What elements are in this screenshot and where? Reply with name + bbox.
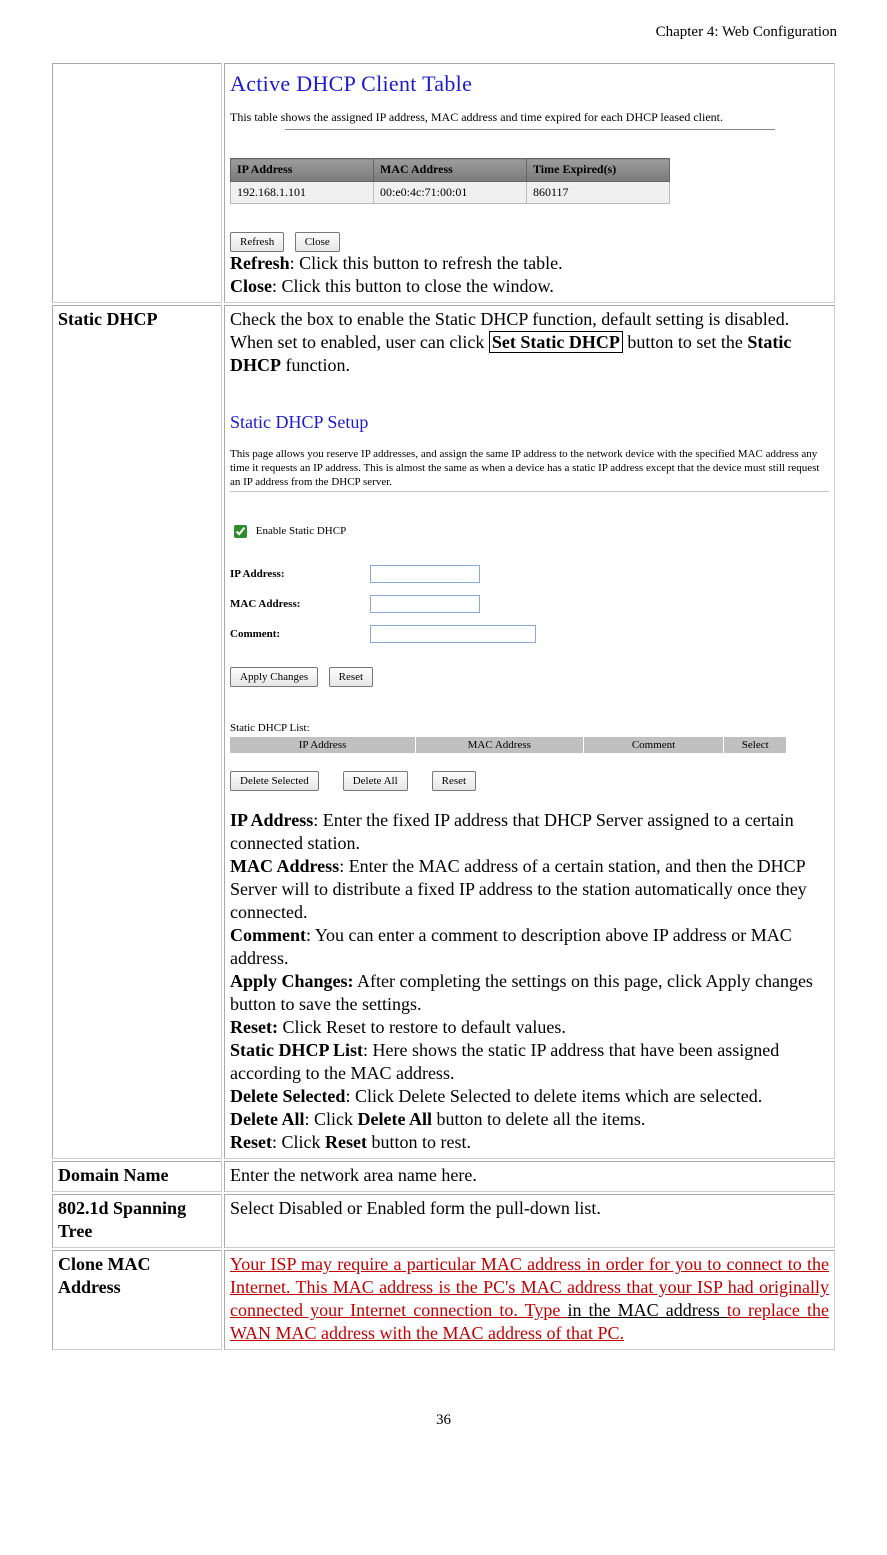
content-cell-clone: Your ISP may require a particular MAC ad… (224, 1250, 835, 1350)
clone-mac-text: Your ISP may require a particular MAC ad… (230, 1253, 829, 1345)
delete-all-button[interactable]: Delete All (343, 771, 408, 791)
active-dhcp-title: Active DHCP Client Table (230, 70, 829, 98)
label-cell-spanning: 802.1d Spanning Tree (52, 1194, 222, 1248)
static-intro: Check the box to enable the Static DHCP … (230, 309, 791, 375)
apply-changes-button[interactable]: Apply Changes (230, 667, 318, 687)
mac-input[interactable] (370, 595, 480, 613)
td-ip: 192.168.1.101 (231, 181, 374, 203)
table-row: Static DHCP Check the box to enable the … (52, 305, 835, 1159)
enable-static-dhcp-row: Enable Static DHCP (230, 522, 829, 541)
ip-input[interactable] (370, 565, 480, 583)
delete-selected-button[interactable]: Delete Selected (230, 771, 319, 791)
content-cell-active: Active DHCP Client Table This table show… (224, 63, 835, 303)
static-dhcp-screenshot: Static DHCP Setup This page allows you r… (230, 411, 829, 791)
active-dhcp-description: This table shows the assigned IP address… (230, 110, 829, 125)
refresh-description: Refresh: Click this button to refresh th… (230, 252, 829, 275)
config-table: Active DHCP Client Table This table show… (50, 61, 837, 1352)
comment-input[interactable] (370, 625, 536, 643)
close-button[interactable]: Close (295, 232, 340, 252)
button-row: Apply Changes Reset (230, 663, 829, 687)
td-time: 860117 (527, 181, 670, 203)
ip-field-row: IP Address: (230, 565, 829, 583)
table-row: Clone MAC Address Your ISP may require a… (52, 1250, 835, 1350)
enable-label: Enable Static DHCP (256, 525, 346, 537)
active-dhcp-screenshot: Active DHCP Client Table This table show… (230, 70, 829, 252)
comment-label: Comment: (230, 627, 370, 641)
chapter-header: Chapter 4: Web Configuration (50, 24, 837, 41)
content-cell-static-dhcp: Check the box to enable the Static DHCP … (224, 305, 835, 1159)
th-mac: MAC Address (374, 159, 527, 181)
table-row: 802.1d Spanning Tree Select Disabled or … (52, 1194, 835, 1248)
static-dhcp-title: Static DHCP Setup (230, 411, 829, 434)
table-row: Active DHCP Client Table This table show… (52, 63, 835, 303)
set-static-dhcp-box: Set Static DHCP (489, 331, 623, 353)
list-th-mac: MAC Address (415, 737, 583, 753)
client-table: IP Address MAC Address Time Expired(s) 1… (230, 158, 670, 204)
td-mac: 00:e0:4c:71:00:01 (374, 181, 527, 203)
list-th-comment: Comment (583, 737, 724, 753)
refresh-button[interactable]: Refresh (230, 232, 284, 252)
list-th-select: Select (724, 737, 786, 753)
static-dhcp-list-table: IP Address MAC Address Comment Select (230, 737, 786, 753)
label-cell-clone: Clone MAC Address (52, 1250, 222, 1350)
static-dhcp-description: This page allows you reserve IP addresse… (230, 448, 829, 489)
label-cell-static-dhcp: Static DHCP (52, 305, 222, 1159)
divider (230, 491, 829, 492)
page-number: 36 (50, 1412, 837, 1429)
label-cell-active (52, 63, 222, 303)
static-dhcp-list-label: Static DHCP List: (230, 721, 829, 735)
reset-button[interactable]: Reset (329, 667, 373, 687)
static-body-text: IP Address: Enter the fixed IP address t… (230, 809, 829, 1154)
ip-label: IP Address: (230, 567, 370, 581)
button-row: Delete Selected Delete All Reset (230, 767, 829, 791)
label-cell-domain: Domain Name (52, 1161, 222, 1192)
th-time: Time Expired(s) (527, 159, 670, 181)
table-row: Domain Name Enter the network area name … (52, 1161, 835, 1192)
list-th-ip: IP Address (230, 737, 415, 753)
mac-label: MAC Address: (230, 597, 370, 611)
button-row: Refresh Close (230, 228, 829, 252)
divider (285, 129, 775, 130)
mac-field-row: MAC Address: (230, 595, 829, 613)
close-description: Close: Click this button to close the wi… (230, 275, 829, 298)
reset-button-2[interactable]: Reset (432, 771, 476, 791)
content-cell-domain: Enter the network area name here. (224, 1161, 835, 1192)
comment-field-row: Comment: (230, 625, 829, 643)
content-cell-spanning: Select Disabled or Enabled form the pull… (224, 1194, 835, 1248)
th-ip: IP Address (231, 159, 374, 181)
enable-static-dhcp-checkbox[interactable] (234, 525, 247, 538)
